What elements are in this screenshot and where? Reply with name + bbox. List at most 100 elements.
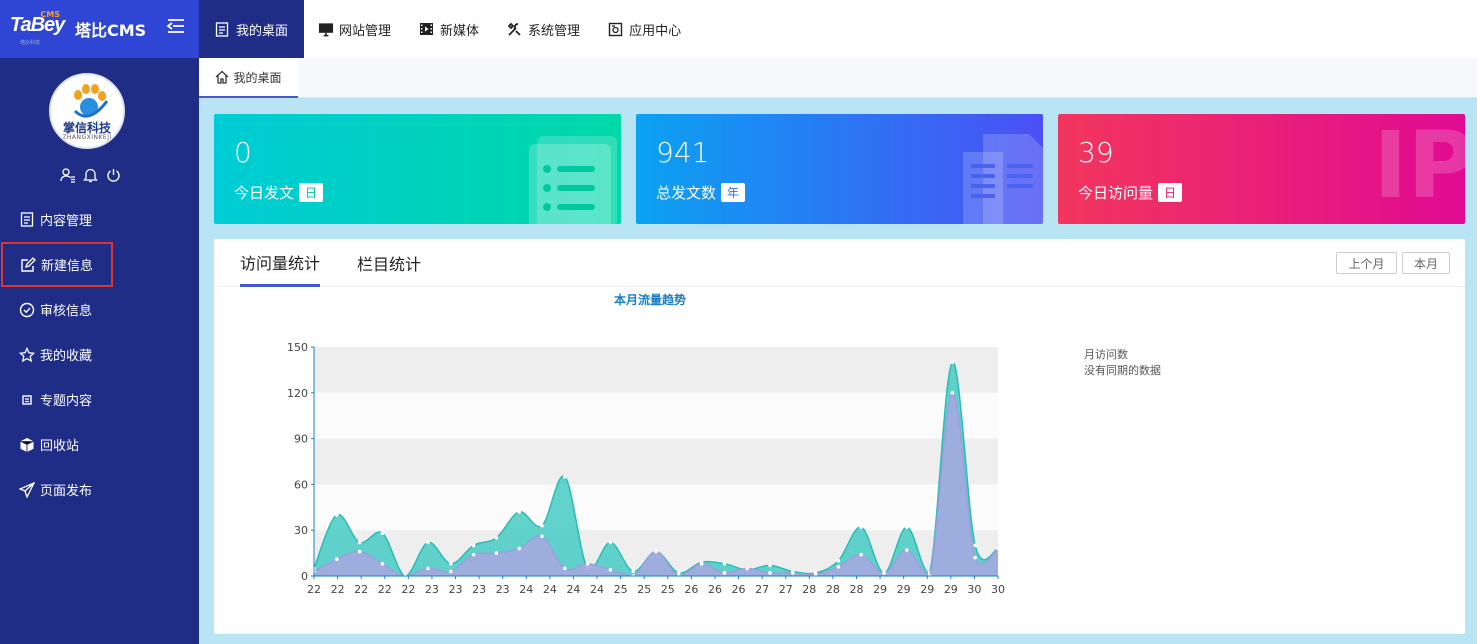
tab-strip: 我的桌面	[199, 58, 1477, 98]
power-icon[interactable]	[106, 167, 121, 183]
x-tick-label: 30	[967, 583, 981, 596]
x-tick-label: 26	[732, 583, 746, 596]
x-tick-label: 25	[661, 583, 675, 596]
sidebar-item-label: 页面发布	[40, 484, 93, 499]
x-tick-label: 25	[637, 583, 651, 596]
nav-label: 新媒体	[440, 23, 480, 39]
stat-value: 39	[1078, 136, 1114, 169]
x-tick-label: 24	[566, 583, 580, 596]
data-point	[540, 534, 544, 539]
brand-logo[interactable]: TaBey CMS 塔比科技	[10, 10, 65, 46]
tab-my-desktop[interactable]: 我的桌面	[199, 58, 298, 98]
data-point	[357, 549, 362, 554]
data-point	[449, 561, 453, 566]
x-tick-label: 27	[755, 583, 769, 596]
logo-sub: 塔比科技	[20, 40, 41, 46]
data-point	[563, 566, 567, 571]
legend-entry[interactable]: 月访问数	[1084, 347, 1161, 363]
x-tick-label: 29	[873, 583, 887, 596]
x-tick-label: 26	[708, 583, 722, 596]
sidebar-item-review[interactable]: 审核信息	[0, 287, 199, 332]
nav-new-media[interactable]: 新媒体	[405, 0, 493, 58]
sidebar-item-recycle[interactable]: 回收站	[0, 422, 199, 467]
nav-label: 网站管理	[339, 23, 392, 39]
nav-website-management[interactable]: 网站管理	[304, 0, 405, 58]
sidebar-item-favorites[interactable]: 我的收藏	[0, 332, 199, 377]
chart-legend: 月访问数 没有同期的数据	[1084, 347, 1161, 379]
this-month-button[interactable]: 本月	[1402, 252, 1450, 274]
tab-column-stats[interactable]: 栏目统计	[357, 239, 421, 287]
nav-label: 系统管理	[528, 23, 581, 39]
x-tick-label: 23	[472, 583, 486, 596]
data-point	[654, 549, 658, 554]
x-tick-label: 28	[826, 583, 840, 596]
data-point	[699, 561, 704, 566]
data-point	[608, 540, 613, 545]
nav-label: 应用中心	[629, 23, 682, 39]
x-tick-label: 23	[496, 583, 510, 596]
tab-visit-stats[interactable]: 访问量统计	[240, 239, 321, 287]
grid-band	[314, 347, 998, 393]
x-tick-label: 22	[307, 583, 321, 596]
sidebar-item-new[interactable]: 新建信息	[1, 242, 113, 287]
sidebar-item-label: 专题内容	[40, 394, 93, 409]
user-profile-icon[interactable]	[60, 167, 75, 183]
data-point	[471, 543, 476, 548]
last-month-button[interactable]: 上个月	[1336, 252, 1397, 274]
data-point	[335, 557, 339, 562]
y-tick-label: 120	[287, 387, 308, 400]
data-point	[768, 563, 772, 568]
x-tick-label: 29	[920, 583, 934, 596]
traffic-chart: 0 30 60 90 120 150 22 22 22 22 22 23 23 23 23 24 24 24 24 2…	[287, 341, 1005, 596]
collapse-menu-icon[interactable]	[165, 16, 187, 36]
stat-label-text: 今日发文	[234, 184, 295, 202]
star-icon	[19, 346, 35, 363]
stat-label: 今日访问量 日	[1078, 182, 1183, 203]
data-point	[973, 543, 977, 548]
data-point	[517, 510, 521, 514]
x-tick-label: 23	[449, 583, 463, 596]
nav-app-center[interactable]: 应用中心	[594, 0, 695, 58]
sidebar-item-label: 我的收藏	[40, 349, 93, 364]
data-point	[494, 551, 499, 555]
nav-my-desktop[interactable]: 我的桌面	[199, 0, 305, 58]
sidebar-item-publish[interactable]: 页面发布	[0, 467, 199, 512]
nav-system-management[interactable]: 系统管理	[493, 0, 594, 58]
data-point	[563, 474, 567, 479]
data-point	[471, 552, 476, 557]
data-point	[996, 546, 1000, 551]
sidebar-item-label: 内容管理	[40, 214, 93, 229]
avatar[interactable]: 掌信科技 ZHANGXINKEJI	[49, 73, 125, 149]
data-point	[950, 360, 955, 365]
document-icon	[215, 21, 231, 37]
data-point	[836, 565, 841, 569]
sidebar-item-label: 回收站	[40, 439, 80, 454]
stat-label-text: 总发文数	[656, 184, 717, 202]
x-tick-label: 30	[991, 583, 1005, 596]
stat-card-total-posts: 941 总发文数 年	[636, 114, 1043, 224]
ip-watermark: IP	[1373, 114, 1465, 219]
bell-icon[interactable]	[83, 167, 98, 183]
edit-icon	[20, 256, 36, 273]
send-icon	[19, 481, 35, 498]
stat-card-today-visits: IP 39 今日访问量 日	[1058, 114, 1465, 224]
x-tick-label: 23	[425, 583, 439, 596]
data-point	[836, 558, 841, 563]
x-tick-label: 24	[543, 583, 557, 596]
data-point	[722, 561, 727, 566]
sidebar: TaBey CMS 塔比科技 塔比CMS 掌信科技 ZHANGXINKEJI 内…	[0, 0, 199, 644]
stat-label-text: 今日访问量	[1078, 184, 1154, 202]
y-tick-label: 30	[294, 524, 308, 537]
x-tick-label: 25	[614, 583, 628, 596]
data-point	[380, 561, 385, 566]
stat-label: 今日发文 日	[234, 182, 324, 203]
x-tick-label: 29	[944, 583, 958, 596]
top-nav: 我的桌面 网站管理 新媒体 系统管理 应用中心	[199, 0, 1477, 58]
sidebar-item-content[interactable]: 内容管理	[0, 197, 199, 242]
data-point	[380, 531, 385, 536]
sidebar-item-topics[interactable]: 专题内容	[0, 377, 199, 422]
data-point	[791, 571, 795, 575]
check-circle-icon	[19, 302, 35, 318]
data-point	[905, 548, 909, 552]
data-point	[745, 566, 749, 571]
